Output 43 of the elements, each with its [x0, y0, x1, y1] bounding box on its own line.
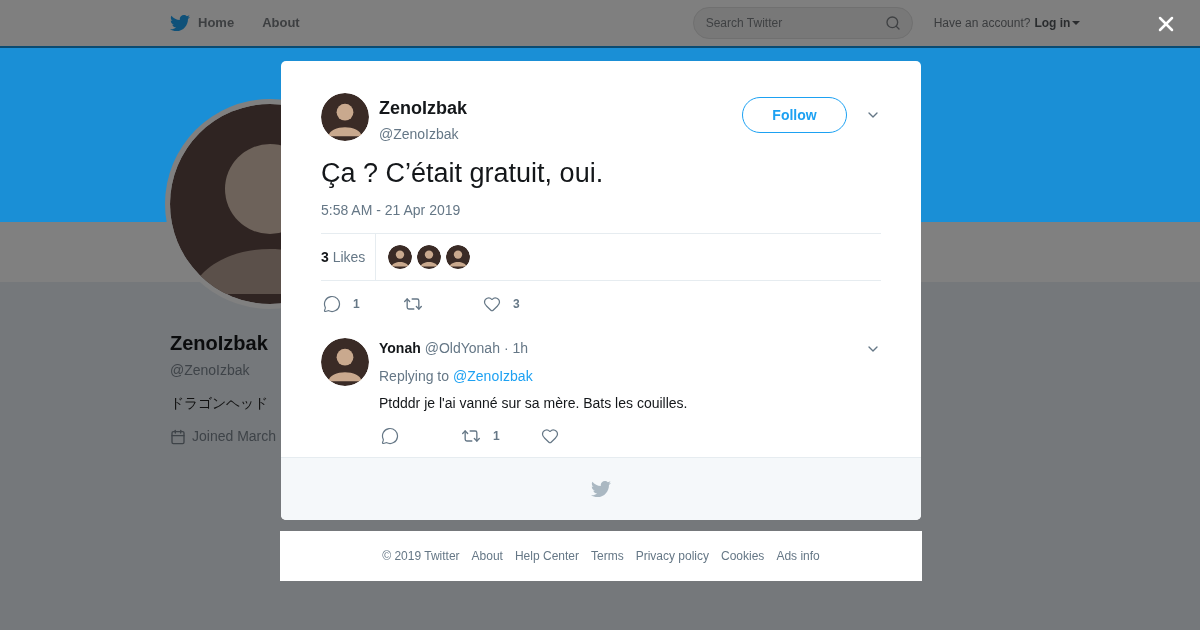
heart-icon[interactable]	[541, 427, 559, 445]
author-name[interactable]: ZenoIzbak	[379, 95, 467, 122]
profile-handle: @ZenoIzbak	[170, 361, 250, 380]
calendar-icon	[170, 428, 186, 445]
footer-link[interactable]: About	[471, 547, 503, 565]
reply-handle[interactable]: @OldYonah	[424, 338, 500, 359]
action-count: 3	[513, 296, 520, 313]
footer-link[interactable]: Cookies	[721, 547, 765, 565]
profile-name: ZenoIzbak	[170, 331, 268, 356]
footer-link[interactable]: Terms	[591, 547, 624, 565]
joined-date: Joined March	[192, 427, 277, 446]
reply-text: Ptdddr je l'ai vanné sur sa mère. Bats les couilles.	[379, 394, 689, 413]
action-count: 1	[353, 296, 360, 313]
reply-icon[interactable]	[381, 427, 399, 445]
heart-icon[interactable]	[483, 295, 501, 313]
mention-link[interactable]: @ZenoIzbak	[453, 366, 533, 387]
avatar	[446, 245, 471, 269]
reply-time[interactable]: · 1h	[503, 338, 529, 359]
avatar	[388, 245, 413, 269]
profile-bio: ドラゴンヘッド	[170, 394, 268, 413]
tweet-text: Ça ? C’était gratuit, oui.	[321, 157, 605, 190]
avatar	[321, 93, 369, 141]
bird-icon	[170, 13, 190, 33]
footer-link[interactable]: Privacy policy	[635, 547, 709, 565]
footer-link[interactable]: Help Center	[514, 547, 579, 565]
search-icon[interactable]	[884, 15, 901, 31]
account-prompt: Have an account?	[933, 15, 1031, 32]
reply-icon[interactable]	[323, 295, 341, 313]
reply-author-name[interactable]: Yonah	[379, 338, 421, 359]
nav-link[interactable]: About	[262, 13, 300, 33]
footer-link[interactable]: Ads info	[776, 547, 820, 565]
likes-count[interactable]: 3 Likes	[321, 246, 366, 268]
footer-link[interactable]: © 2019 Twitter	[382, 547, 460, 565]
login-link[interactable]: Log in	[1034, 14, 1081, 32]
nav-link[interactable]: Home	[170, 13, 235, 33]
avatar	[417, 245, 442, 269]
bird-icon	[591, 479, 611, 499]
tweet-timestamp[interactable]: 5:58 AM - 21 Apr 2019	[321, 200, 881, 221]
action-count: 1	[493, 428, 500, 445]
replying-label: Replying to	[379, 367, 450, 386]
author-handle[interactable]: @ZenoIzbak	[379, 124, 467, 145]
search-field[interactable]: Search Twitter	[692, 7, 913, 39]
avatar	[321, 338, 369, 386]
